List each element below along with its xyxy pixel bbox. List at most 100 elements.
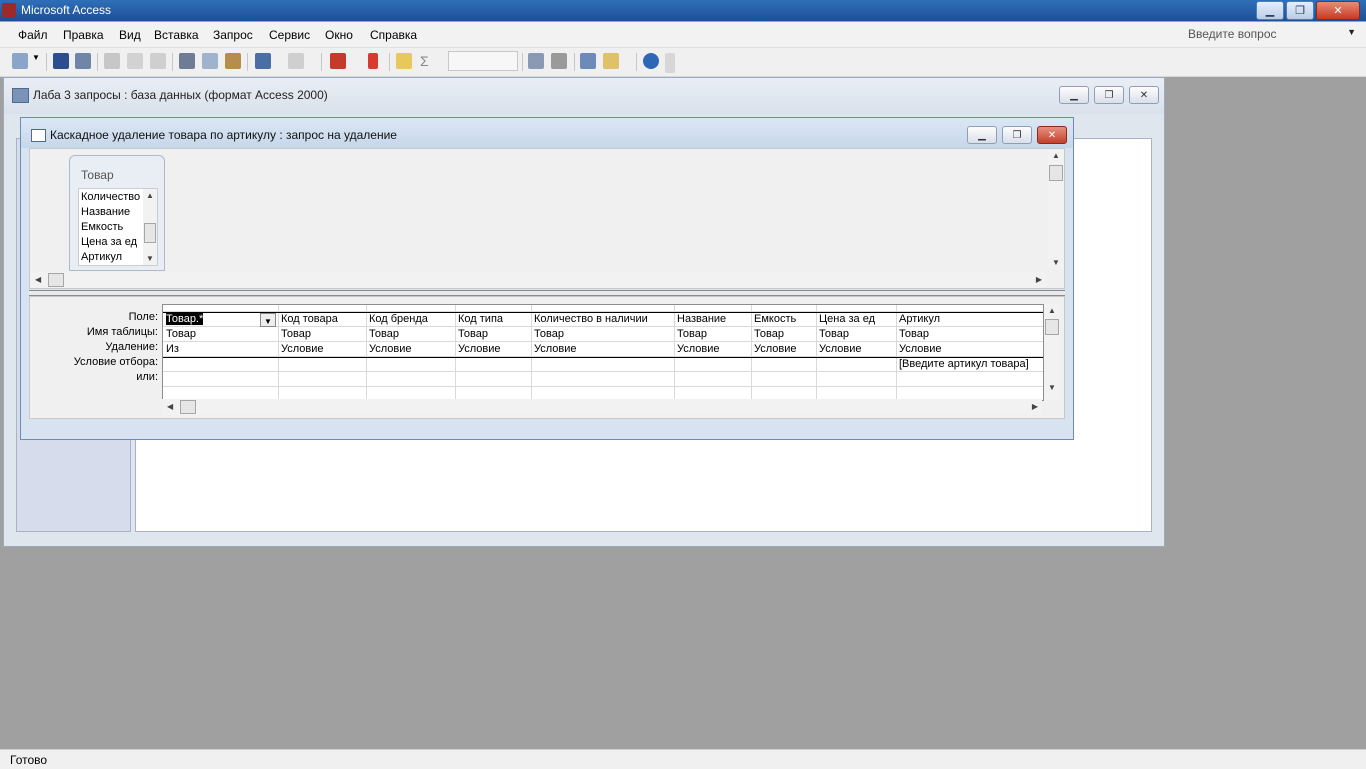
table-pane-vscroll[interactable]: ▲ ▼ <box>1048 149 1064 269</box>
scroll-left-icon[interactable]: ◀ <box>167 402 173 411</box>
scroll-thumb[interactable] <box>180 400 196 414</box>
grid-cell-delete[interactable]: Условие <box>531 342 674 357</box>
field-list-item[interactable]: Цена за ед <box>81 236 137 248</box>
query-window-caption[interactable]: Каскадное удаление товара по артикулу : … <box>21 118 1073 148</box>
find-icon[interactable] <box>75 53 91 69</box>
grid-cell-field[interactable]: Код типа <box>455 312 531 327</box>
grid-cell-delete[interactable]: Из <box>163 342 278 357</box>
query-type-icon[interactable] <box>330 53 346 69</box>
grid-vscroll[interactable]: ▲ ▼ <box>1044 304 1060 400</box>
database-window-caption[interactable]: Лаба 3 запросы : база данных (формат Acc… <box>4 78 1164 114</box>
field-list-scrollbar[interactable]: ▲ ▼ <box>143 189 157 265</box>
cut-icon[interactable] <box>179 53 195 69</box>
view-dropdown-icon[interactable]: ▼ <box>32 53 40 69</box>
grid-cell-delete[interactable]: Условие <box>366 342 455 357</box>
scroll-up-icon[interactable]: ▲ <box>146 191 154 200</box>
field-list-item[interactable]: Название <box>81 206 130 218</box>
toolbar-options-icon[interactable] <box>665 53 675 73</box>
scroll-up-icon[interactable]: ▲ <box>1052 151 1060 160</box>
print-preview-icon[interactable] <box>127 53 143 69</box>
database-window-icon[interactable] <box>580 53 596 69</box>
scroll-thumb[interactable] <box>1049 165 1063 181</box>
field-list-item[interactable]: Емкость <box>81 221 123 233</box>
menu-file[interactable]: Файл <box>18 28 48 42</box>
grid-cell-delete[interactable]: Условие <box>278 342 366 357</box>
scroll-down-icon[interactable]: ▼ <box>146 254 154 263</box>
grid-cell-table[interactable]: Товар <box>531 327 674 342</box>
table-pane-hscroll[interactable]: ◀ ▶ <box>30 272 1046 288</box>
query-minimize-button[interactable]: ▁ <box>967 126 997 144</box>
redo-icon[interactable] <box>288 53 304 69</box>
view-grid-icon[interactable] <box>12 53 28 69</box>
show-table-icon[interactable] <box>396 53 412 69</box>
grid-cell-delete[interactable]: Условие <box>455 342 531 357</box>
grid-cell-field[interactable]: Код бренда <box>366 312 455 327</box>
query-close-button[interactable]: ✕ <box>1037 126 1067 144</box>
copy-icon[interactable] <box>202 53 218 69</box>
grid-cell-table[interactable]: Товар <box>674 327 751 342</box>
field-list-item[interactable]: Артикул <box>81 251 122 263</box>
totals-icon[interactable]: Σ <box>420 53 436 69</box>
scroll-up-icon[interactable]: ▲ <box>1048 306 1056 315</box>
menu-tools[interactable]: Сервис <box>269 28 310 42</box>
run-icon[interactable] <box>368 53 378 69</box>
help-search-box[interactable]: Введите вопрос ▼ <box>1188 27 1358 43</box>
print-icon[interactable] <box>104 53 120 69</box>
grid-cell-field[interactable]: Название <box>674 312 751 327</box>
scroll-thumb[interactable] <box>1045 319 1059 335</box>
grid-cell-table[interactable]: Товар <box>751 327 816 342</box>
grid-cell-delete[interactable]: Условие <box>896 342 1043 357</box>
undo-icon[interactable] <box>255 53 271 69</box>
menu-query[interactable]: Запрос <box>213 28 253 42</box>
close-button[interactable]: ✕ <box>1316 1 1360 20</box>
db-close-button[interactable]: ✕ <box>1129 86 1159 104</box>
query-grid-pane[interactable]: Поле: Имя таблицы: Удаление: Условие отб… <box>29 296 1065 419</box>
grid-cell-table[interactable]: Товар <box>366 327 455 342</box>
scroll-thumb[interactable] <box>48 273 64 287</box>
grid-cell-delete[interactable]: Условие <box>674 342 751 357</box>
scroll-thumb[interactable] <box>144 223 156 243</box>
build-icon[interactable] <box>551 53 567 69</box>
field-list-tovar[interactable]: Товар Количество Название Емкость Цена з… <box>69 155 165 271</box>
menu-edit[interactable]: Правка <box>63 28 104 42</box>
grid-cell-delete[interactable]: Условие <box>816 342 896 357</box>
grid-cell-table[interactable]: Товар <box>896 327 1043 342</box>
help-icon[interactable] <box>643 53 659 69</box>
grid-cell-field[interactable]: Код товара <box>278 312 366 327</box>
access-app-icon[interactable] <box>2 3 16 17</box>
db-minimize-button[interactable]: ▁ <box>1059 86 1089 104</box>
grid-cell-table[interactable]: Товар <box>455 327 531 342</box>
spelling-icon[interactable] <box>150 53 166 69</box>
chevron-down-icon[interactable]: ▼ <box>1347 27 1356 37</box>
db-restore-button[interactable]: ❐ <box>1094 86 1124 104</box>
scroll-right-icon[interactable]: ▶ <box>1032 402 1038 411</box>
menu-insert[interactable]: Вставка <box>154 28 199 42</box>
properties-icon[interactable] <box>528 53 544 69</box>
grid-cell-field[interactable]: Емкость <box>751 312 816 327</box>
chevron-down-icon[interactable]: ▼ <box>260 313 276 327</box>
grid-hscroll[interactable]: ◀ ▶ <box>162 399 1042 415</box>
restore-button[interactable]: ❐ <box>1286 1 1314 20</box>
menu-help[interactable]: Справка <box>370 28 417 42</box>
scroll-right-icon[interactable]: ▶ <box>1036 275 1042 284</box>
top-values-combo[interactable] <box>448 51 518 71</box>
grid-cell-table[interactable]: Товар <box>163 327 278 342</box>
save-icon[interactable] <box>53 53 69 69</box>
scroll-down-icon[interactable]: ▼ <box>1052 258 1060 267</box>
grid-cell-criteria[interactable]: [Введите артикул товара] <box>896 357 1043 372</box>
new-object-icon[interactable] <box>603 53 619 69</box>
minimize-button[interactable]: ▁ <box>1256 1 1284 20</box>
grid-cell-field[interactable]: Артикул <box>896 312 1043 327</box>
query-design-grid[interactable]: Товар.* ▼ Товар Из Код товара Товар Усло… <box>162 304 1044 401</box>
grid-cell-table[interactable]: Товар <box>816 327 896 342</box>
menu-window[interactable]: Окно <box>325 28 353 42</box>
field-list-item[interactable]: Количество <box>81 191 140 203</box>
grid-cell-field[interactable]: Цена за ед <box>816 312 896 327</box>
table-pane[interactable]: Товар Количество Название Емкость Цена з… <box>29 148 1065 289</box>
query-restore-button[interactable]: ❐ <box>1002 126 1032 144</box>
scroll-left-icon[interactable]: ◀ <box>35 275 41 284</box>
query-design-window[interactable]: Каскадное удаление товара по артикулу : … <box>20 117 1074 440</box>
grid-cell-delete[interactable]: Условие <box>751 342 816 357</box>
grid-cell-table[interactable]: Товар <box>278 327 366 342</box>
menu-view[interactable]: Вид <box>119 28 141 42</box>
